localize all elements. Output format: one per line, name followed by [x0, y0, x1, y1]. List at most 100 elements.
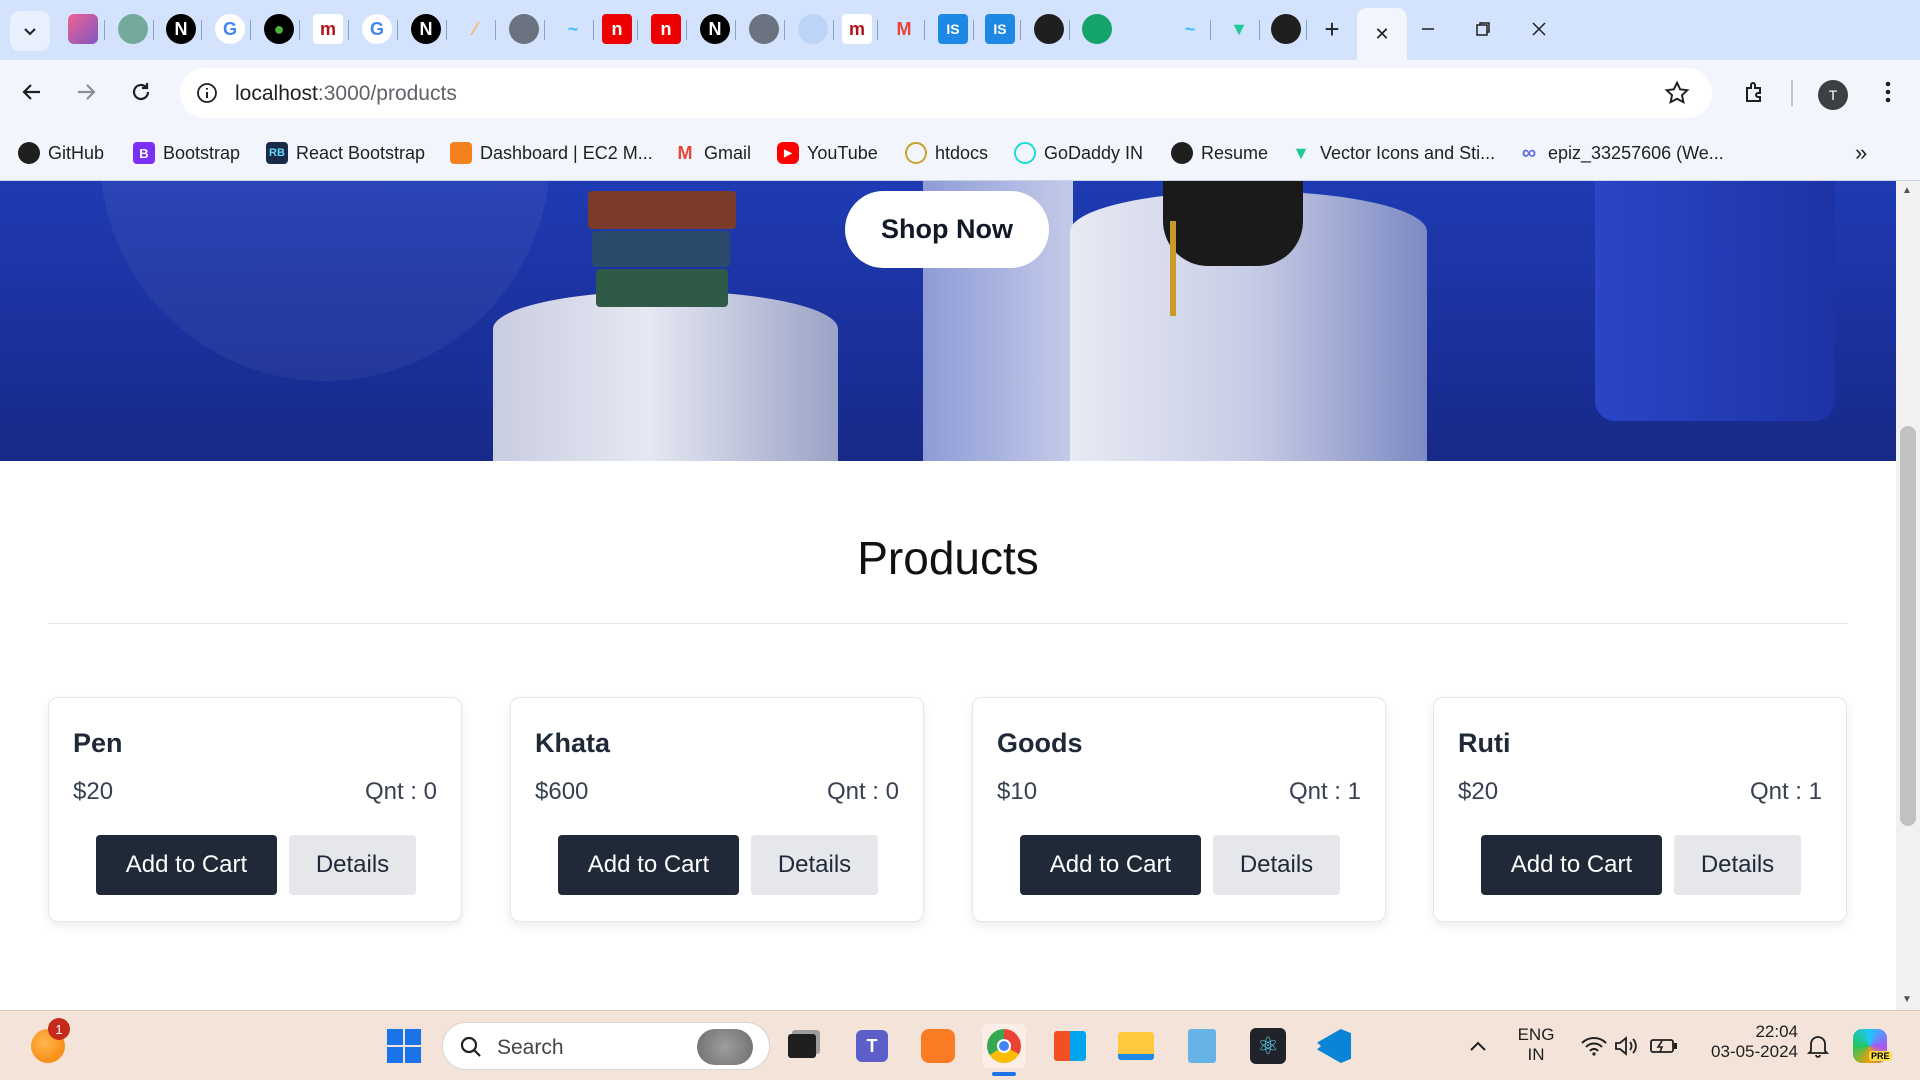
tab-favicon-globe-icon[interactable] — [509, 14, 539, 44]
scroll-thumb[interactable] — [1900, 426, 1916, 826]
region-code: IN — [1527, 1045, 1545, 1064]
close-window-icon[interactable] — [1519, 14, 1559, 44]
battery-icon[interactable] — [1642, 1024, 1686, 1068]
tab-favicon-slash-icon[interactable]: ⁄ — [460, 14, 490, 44]
infinity-icon: ∞ — [1521, 141, 1537, 164]
tab-favicon-netflix-icon[interactable]: n — [651, 14, 681, 44]
tab-separator — [593, 20, 594, 40]
tab-favicon-is-icon[interactable]: IS — [985, 14, 1015, 44]
clock[interactable]: 22:04 03-05-2024 — [1690, 1022, 1798, 1062]
url-text[interactable]: localhost:3000/products — [235, 82, 457, 106]
task-view-icon[interactable] — [780, 1024, 824, 1068]
vscode-icon[interactable] — [1312, 1024, 1356, 1068]
section-divider — [48, 623, 1848, 624]
weather-widget-icon[interactable]: 1 — [26, 1018, 70, 1068]
bookmark-aws-dashboard[interactable]: Dashboard | EC2 M... — [450, 138, 653, 168]
add-to-cart-button[interactable]: Add to Cart — [1020, 835, 1201, 895]
tab-favicon-google-icon[interactable]: G — [215, 14, 245, 44]
tab-favicon-google-icon[interactable]: G — [362, 14, 392, 44]
star-icon[interactable] — [1664, 80, 1690, 106]
site-info-icon[interactable] — [196, 82, 218, 104]
tab-search-button[interactable] — [10, 11, 50, 51]
bookmark-godaddy[interactable]: GoDaddy IN — [1014, 138, 1143, 168]
tab-favicon-tailwind-icon[interactable]: ~ — [1175, 14, 1205, 44]
new-tab-icon[interactable]: + — [1317, 14, 1347, 44]
shop-now-button[interactable]: Shop Now — [845, 191, 1049, 268]
bookmark-react-bootstrap[interactable]: RB React Bootstrap — [266, 138, 425, 168]
add-to-cart-button[interactable]: Add to Cart — [558, 835, 739, 895]
details-button[interactable]: Details — [1213, 835, 1340, 895]
reload-icon[interactable] — [121, 72, 161, 112]
tab-favicon-app-icon[interactable] — [68, 14, 98, 44]
bookmark-resume[interactable]: Resume — [1171, 138, 1268, 168]
page-scrollbar[interactable]: ▲ ▼ — [1896, 181, 1920, 1010]
copilot-icon[interactable]: PRE — [1848, 1024, 1892, 1068]
tab-separator — [877, 20, 878, 40]
tab-favicon-netflix-icon[interactable]: n — [602, 14, 632, 44]
bookmark-github[interactable]: GitHub — [18, 138, 104, 168]
product-price: $600 — [535, 778, 589, 805]
tab-favicon-github-icon[interactable] — [1271, 14, 1301, 44]
restore-icon[interactable] — [1463, 14, 1503, 44]
tab-favicon-vector-icon[interactable]: ▼ — [1224, 14, 1254, 44]
menu-kebab-icon[interactable] — [1868, 72, 1908, 112]
notifications-bell-icon[interactable] — [1796, 1024, 1840, 1068]
notepad-icon[interactable] — [1180, 1024, 1224, 1068]
extensions-icon[interactable] — [1734, 72, 1774, 112]
react-bootstrap-icon: RB — [266, 142, 288, 164]
product-name: Khata — [535, 728, 611, 758]
bookmark-htdocs[interactable]: htdocs — [905, 138, 988, 168]
tab-favicon-nextjs-icon[interactable]: N — [411, 14, 441, 44]
product-name: Pen — [73, 728, 123, 758]
tab-favicon-nextjs-icon[interactable]: N — [700, 14, 730, 44]
details-button[interactable]: Details — [1674, 835, 1801, 895]
tab-favicon-m-icon[interactable]: m — [842, 14, 872, 44]
xampp-icon[interactable] — [916, 1024, 960, 1068]
tab-separator — [299, 20, 300, 40]
bookmark-label: Gmail — [704, 142, 752, 163]
bookmark-label: YouTube — [807, 142, 878, 163]
bookmarks-bar: GitHub B Bootstrap RB React Bootstrap Da… — [0, 125, 1920, 181]
add-to-cart-button[interactable]: Add to Cart — [96, 835, 277, 895]
tab-favicon-gmail-icon[interactable]: M — [889, 14, 919, 44]
bookmark-epiz[interactable]: ∞ epiz_33257606 (We... — [1518, 138, 1724, 168]
microsoft-store-icon[interactable] — [1048, 1024, 1092, 1068]
tab-favicon-mongodb-icon[interactable]: ● — [264, 14, 294, 44]
tab-favicon-is-icon[interactable]: IS — [938, 14, 968, 44]
windows-start-icon[interactable] — [382, 1024, 426, 1068]
details-button[interactable]: Details — [289, 835, 416, 895]
teams-icon[interactable]: T — [850, 1024, 894, 1068]
react-devtools-icon[interactable]: ⚛ — [1246, 1024, 1290, 1068]
language-indicator[interactable]: ENG IN — [1512, 1025, 1560, 1065]
forward-icon[interactable] — [66, 72, 106, 112]
tab-favicon-globe-icon[interactable] — [749, 14, 779, 44]
chrome-icon[interactable] — [982, 1024, 1026, 1076]
show-hidden-icons-icon[interactable] — [1456, 1024, 1500, 1068]
books-illustration — [588, 191, 738, 311]
bookmark-gmail[interactable]: M Gmail — [674, 138, 752, 168]
tab-favicon-nextjs-icon[interactable]: N — [166, 14, 196, 44]
profile-avatar[interactable]: T — [1818, 80, 1848, 110]
back-icon[interactable] — [12, 72, 52, 112]
tab-favicon-github-icon[interactable] — [1034, 14, 1064, 44]
taskbar-search-box[interactable]: Search — [442, 1022, 770, 1070]
scroll-down-icon[interactable]: ▼ — [1902, 994, 1912, 1005]
file-explorer-icon[interactable] — [1114, 1024, 1158, 1068]
tab-favicon-m-icon[interactable]: m — [313, 14, 343, 44]
minimize-icon[interactable] — [1408, 14, 1448, 44]
scroll-up-icon[interactable]: ▲ — [1902, 185, 1912, 196]
bookmark-label: Dashboard | EC2 M... — [480, 142, 653, 163]
active-tab[interactable]: ✕ — [1357, 8, 1407, 60]
bookmark-bootstrap[interactable]: B Bootstrap — [133, 138, 240, 168]
more-bookmarks-icon[interactable]: » — [1855, 138, 1867, 168]
tab-favicon-tailwind-icon[interactable]: ~ — [558, 14, 588, 44]
close-tab-icon[interactable]: ✕ — [1374, 24, 1389, 45]
bookmark-youtube[interactable]: ▶ YouTube — [777, 138, 878, 168]
add-to-cart-button[interactable]: Add to Cart — [1481, 835, 1662, 895]
address-bar[interactable]: localhost:3000/products — [180, 68, 1712, 118]
tab-favicon-leaf-icon[interactable] — [1082, 14, 1112, 44]
tab-favicon-blank-icon[interactable] — [798, 14, 828, 44]
bookmark-vector-icons[interactable]: ▼ Vector Icons and Sti... — [1290, 138, 1495, 168]
details-button[interactable]: Details — [751, 835, 878, 895]
tab-favicon-chatgpt-icon[interactable] — [118, 14, 148, 44]
